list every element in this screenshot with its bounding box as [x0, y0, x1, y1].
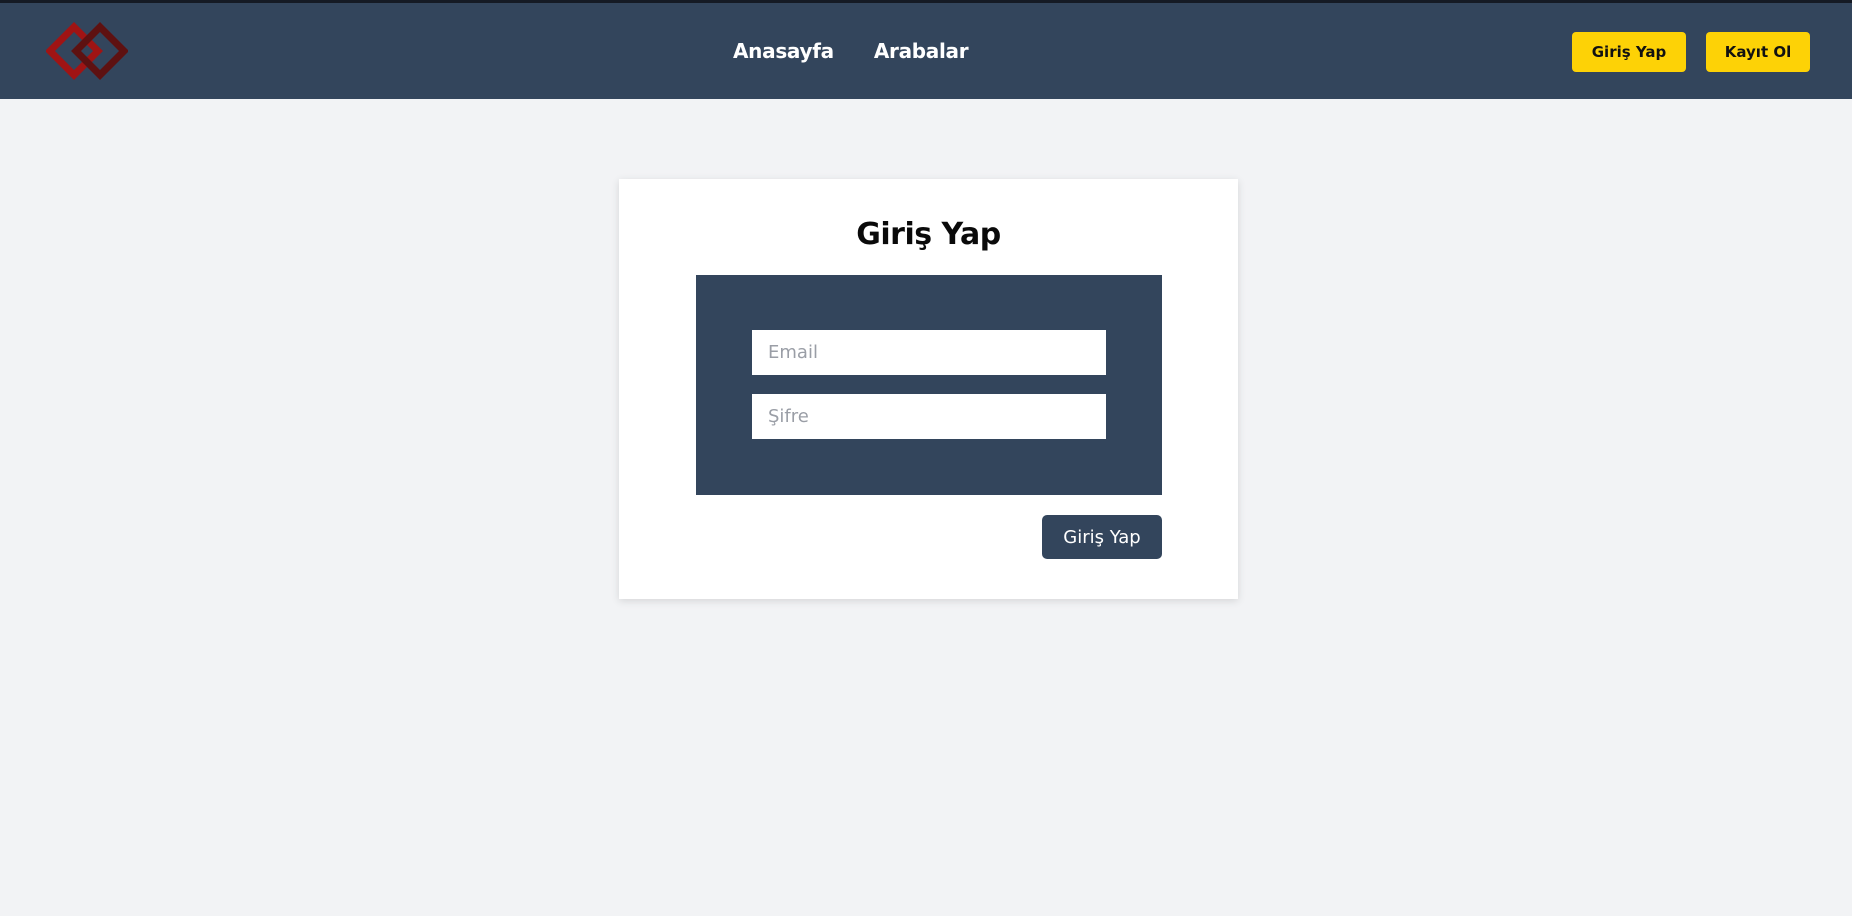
nav-login-button[interactable]: Giriş Yap	[1572, 32, 1686, 72]
navbar: Anasayfa Arabalar Giriş Yap Kayıt Ol	[0, 3, 1852, 99]
login-card: Giriş Yap Giriş Yap	[619, 179, 1238, 599]
login-submit-button[interactable]: Giriş Yap	[1042, 515, 1162, 559]
password-field[interactable]	[752, 394, 1106, 439]
nav-register-button[interactable]: Kayıt Ol	[1706, 32, 1810, 72]
login-title: Giriş Yap	[856, 217, 1001, 252]
email-field[interactable]	[752, 330, 1106, 375]
nav-link-anasayfa[interactable]: Anasayfa	[733, 39, 834, 63]
logo-icon[interactable]	[45, 21, 129, 81]
nav-link-arabalar[interactable]: Arabalar	[874, 39, 969, 63]
login-form-panel	[696, 275, 1162, 495]
main-nav: Anasayfa Arabalar	[733, 39, 969, 63]
